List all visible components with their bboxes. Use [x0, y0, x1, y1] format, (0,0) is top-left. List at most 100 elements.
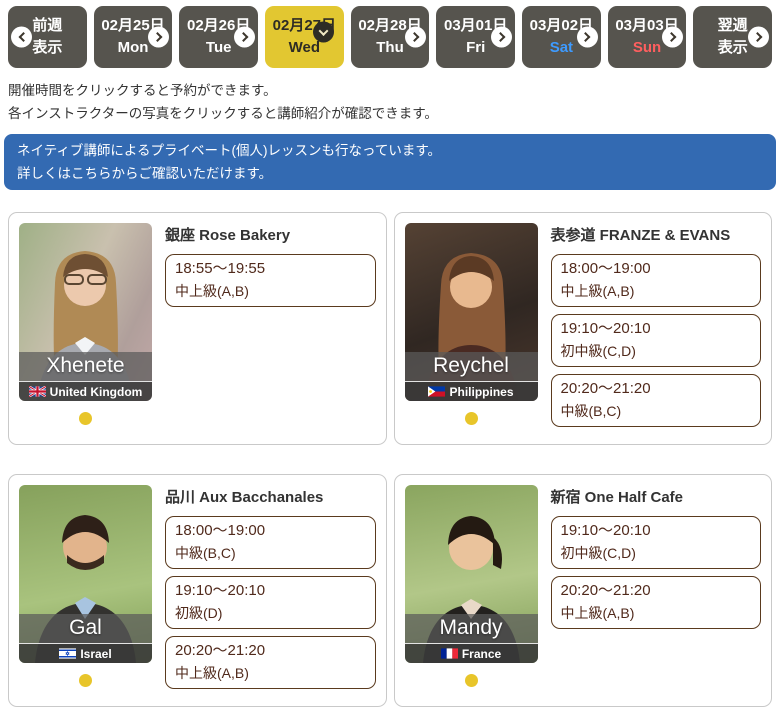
chevron-right-icon [748, 26, 770, 48]
time-slot-button[interactable]: 18:00〜19:00 中上級(A,B) [550, 254, 761, 308]
next-week-label-2: 表示 [717, 39, 748, 56]
lesson-card-shinjuku: Mandy France 新宿 One Half Cafe 19:10〜20:1… [393, 474, 772, 708]
day-name: Mon [117, 39, 149, 56]
instructor-photo-gal[interactable]: Gal Israel [19, 485, 152, 664]
instructor-country: United Kingdom [49, 384, 143, 399]
pager-dot [464, 674, 478, 688]
day-name: Sun [632, 39, 662, 56]
instructor-photo-reychel[interactable]: Reychel Philippines [404, 223, 538, 402]
lesson-card-ginza: Xhenete United Kingdom 銀座 Rose Bakery 18 [8, 212, 387, 446]
card-title: 品川 Aux Bacchanales [165, 489, 324, 507]
day-name: Wed [288, 39, 321, 56]
day-button-mon[interactable]: 02月25日 Mon [93, 6, 173, 68]
time-slot-button[interactable]: 20:20〜21:20 中上級(A,B) [165, 636, 376, 690]
day-button-sat[interactable]: 03月02日 Sat [522, 6, 601, 68]
card-title: 新宿 One Half Cafe [550, 489, 684, 507]
slot-level: 初中級(C,D) [560, 343, 636, 360]
chevron-left-icon [11, 26, 32, 48]
instructor-photo-column: Gal Israel [19, 485, 152, 696]
slot-level: 中上級(A,B) [560, 283, 635, 300]
day-button-wed-selected[interactable]: 02月27日 Wed [265, 6, 344, 68]
instructor-photo-xhenete[interactable]: Xhenete United Kingdom [19, 223, 152, 402]
slot-level: 中上級(A,B) [175, 283, 249, 300]
slot-time: 18:00〜19:00 [175, 522, 266, 540]
slot-time: 19:10〜20:10 [175, 582, 266, 600]
philippines-flag-icon [428, 386, 446, 397]
slot-time: 20:20〜21:20 [560, 380, 651, 398]
israel-flag-icon [59, 648, 77, 659]
chevron-down-icon [312, 21, 334, 43]
instructor-country-band: France [404, 643, 538, 664]
previous-week-button[interactable]: 前週 表示 [8, 6, 87, 68]
pager-dot [79, 412, 92, 426]
chevron-right-icon [662, 26, 684, 48]
instructor-country: Philippines [449, 384, 514, 399]
slot-level: 初級(D) [175, 605, 223, 622]
private-lesson-banner[interactable]: ネイティブ講師によるプライベート(個人)レッスンも行なっています。 詳しくはこち… [4, 133, 776, 191]
slot-time: 19:10〜20:10 [560, 522, 651, 540]
previous-week-label-2: 表示 [32, 39, 63, 56]
previous-week-label-1: 前週 [32, 17, 63, 35]
slot-time: 18:55〜19:55 [175, 260, 266, 278]
slot-level: 中上級(A,B) [175, 665, 249, 682]
instruction-line-1: 開催時間をクリックすると予約ができます。 [8, 83, 277, 98]
chevron-right-icon [234, 26, 256, 48]
card-info-column: 品川 Aux Bacchanales 18:00〜19:00 中級(B,C) 1… [165, 485, 376, 696]
card-title: 銀座 Rose Bakery [165, 227, 291, 245]
day-name: Fri [466, 39, 486, 56]
next-week-label-1: 翌週 [717, 17, 748, 35]
instructor-country-band: Israel [19, 643, 152, 664]
instructor-photo-column: Reychel Philippines [404, 223, 538, 434]
france-flag-icon [440, 648, 458, 659]
instructor-country-band: Philippines [404, 381, 538, 402]
card-title: 表参道 FRANZE & EVANS [550, 227, 731, 245]
time-slot-button[interactable]: 20:20〜21:20 中上級(A,B) [550, 576, 761, 630]
instructor-photo-mandy[interactable]: Mandy France [404, 485, 538, 664]
pager-dot [464, 412, 478, 426]
instructor-name-band: Mandy [404, 614, 538, 644]
instructions-text: 開催時間をクリックすると予約ができます。 各インストラクターの写真をクリックする… [0, 68, 780, 126]
day-name: Sat [549, 39, 574, 56]
time-slot-button[interactable]: 18:55〜19:55 中上級(A,B) [165, 254, 376, 308]
next-week-button[interactable]: 翌週 表示 [693, 6, 773, 68]
date-navigation: 前週 表示 02月25日 Mon 02月26日 Tue 02月27日 Wed 0… [0, 0, 780, 68]
instructor-name-band: Xhenete [19, 352, 152, 382]
instructor-name-band: Reychel [404, 352, 538, 382]
slot-time: 18:00〜19:00 [560, 260, 651, 278]
instructor-country-band: United Kingdom [19, 381, 152, 402]
day-button-thu[interactable]: 02月28日 Thu [350, 6, 430, 68]
day-button-tue[interactable]: 02月26日 Tue [179, 6, 259, 68]
instruction-line-2: 各インストラクターの写真をクリックすると講師紹介が確認できます。 [8, 105, 438, 121]
card-info-column: 新宿 One Half Cafe 19:10〜20:10 初中級(C,D) 20… [550, 485, 761, 696]
time-slot-button[interactable]: 19:10〜20:10 初中級(C,D) [550, 314, 761, 368]
uk-flag-icon [28, 386, 46, 398]
time-slot-button[interactable]: 18:00〜19:00 中級(B,C) [165, 516, 376, 570]
day-button-sun[interactable]: 03月03日 Sun [607, 6, 687, 68]
chevron-right-icon [405, 26, 427, 48]
chevron-right-icon [148, 26, 170, 48]
lesson-card-omotesando: Reychel Philippines 表参道 FRANZE & EVANS 1… [393, 212, 772, 446]
slot-time: 19:10〜20:10 [560, 320, 651, 338]
instructor-country: Israel [80, 646, 112, 661]
time-slot-button[interactable]: 20:20〜21:20 中級(B,C) [550, 374, 761, 428]
instructor-photo-column: Mandy France [404, 485, 538, 696]
pager-dot [79, 674, 92, 688]
time-slot-button[interactable]: 19:10〜20:10 初中級(C,D) [550, 516, 761, 570]
lesson-card-grid: Xhenete United Kingdom 銀座 Rose Bakery 18 [0, 190, 780, 717]
slot-level: 中上級(A,B) [560, 605, 635, 622]
banner-line-2: 詳しくはこちらからご確認いただけます。 [17, 166, 273, 182]
slot-time: 20:20〜21:20 [175, 642, 266, 660]
day-name: Thu [376, 39, 404, 56]
slot-level: 中級(B,C) [560, 403, 622, 420]
card-info-column: 表参道 FRANZE & EVANS 18:00〜19:00 中上級(A,B) … [550, 223, 761, 434]
card-info-column: 銀座 Rose Bakery 18:55〜19:55 中上級(A,B) [165, 223, 376, 434]
time-slot-button[interactable]: 19:10〜20:10 初級(D) [165, 576, 376, 630]
slot-level: 中級(B,C) [175, 545, 236, 562]
instructor-photo-column: Xhenete United Kingdom [19, 223, 152, 434]
slot-level: 初中級(C,D) [560, 545, 636, 562]
day-button-fri[interactable]: 03月01日 Fri [436, 6, 516, 68]
banner-line-1: ネイティブ講師によるプライベート(個人)レッスンも行なっています。 [17, 142, 441, 158]
instructor-country: France [461, 646, 502, 661]
slot-time: 20:20〜21:20 [560, 582, 651, 600]
lesson-card-shinagawa: Gal Israel 品川 Aux Bacchanales 18:00〜19:0 [8, 474, 387, 708]
